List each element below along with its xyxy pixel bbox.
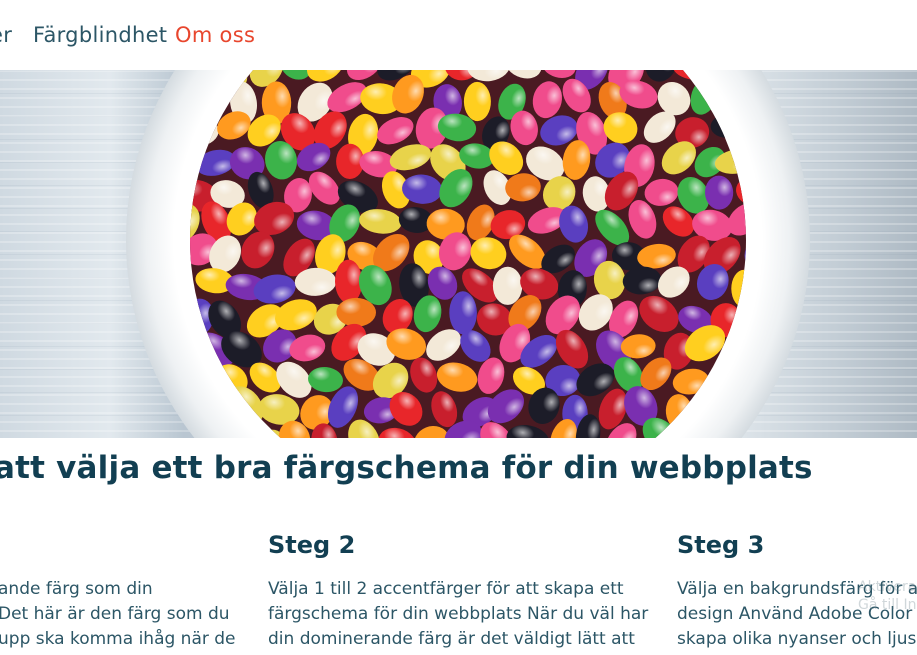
step-line: Välja 1 till 2 accentfärger för att skap… (268, 579, 624, 599)
step-2-section: Steg 2 Välja 1 till 2 accentfärger för a… (268, 525, 648, 649)
step-description: Välja 1 till 2 accentfärger för att skap… (268, 577, 648, 652)
nav-item-om-oss[interactable]: Om oss (175, 20, 255, 50)
step-3-section: Steg 3 Välja en bakgrundsfärg för at des… (677, 525, 917, 649)
watermark-line: Gå till Inst (858, 597, 917, 613)
step-line: skapa olika nyanser och ljuss (677, 629, 917, 649)
jelly-bean-shine (492, 266, 523, 305)
step-line: ande färg som din (0, 579, 153, 599)
step-line: Det här är den färg som du (0, 604, 230, 624)
activation-watermark: Aktivera Gå till Inst (858, 578, 917, 614)
nav-item-truncated[interactable]: er (0, 20, 12, 50)
jelly-beans-bowl-image (126, 70, 810, 438)
step-title: Steg 3 (677, 531, 765, 559)
watermark-line: Aktivera (858, 579, 917, 595)
hero-image (0, 70, 917, 438)
page-title: att välja ett bra färgschema för din web… (0, 450, 813, 486)
step-line: upp ska komma ihåg när de (0, 629, 236, 649)
step-line: din dominerande färg är det väldigt lätt… (268, 629, 635, 649)
step-title: Steg 2 (268, 531, 356, 559)
step-line: färgschema för din webbplats När du väl … (268, 604, 649, 624)
top-navigation: er Färgblindhet Om oss (0, 0, 917, 70)
nav-item-fargblindhet[interactable]: Färgblindhet (33, 20, 167, 50)
page: er Färgblindhet Om oss (0, 0, 917, 655)
